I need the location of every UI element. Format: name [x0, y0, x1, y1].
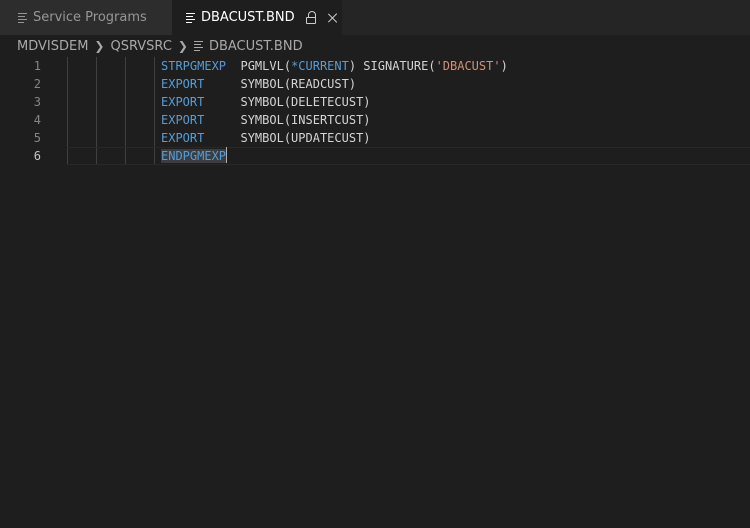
code-fragment: SYMBOL(DELETECUST) [204, 95, 371, 109]
code-text: EXPORT SYMBOL(UPDATECUST) [161, 129, 371, 147]
close-icon[interactable] [326, 11, 340, 25]
string-literal: 'DBACUST' [435, 59, 501, 73]
tab-label: DBACUST.BND [201, 10, 295, 25]
code-line-current: 6 ENDPGMEXP [0, 147, 750, 165]
code-line: 2 EXPORT SYMBOL(READCUST) [0, 75, 750, 93]
tab-service-programs[interactable]: Service Programs [0, 0, 172, 35]
keyword: STRPGMEXP [161, 59, 227, 73]
code-fragment: SYMBOL(UPDATECUST) [204, 131, 371, 145]
code-text: ENDPGMEXP [161, 147, 228, 165]
keyword: EXPORT [161, 131, 205, 145]
code-fragment: PGMLVL( [226, 59, 292, 73]
code-line: 3 EXPORT SYMBOL(DELETECUST) [0, 93, 750, 111]
chevron-right-icon: ❯ [94, 39, 105, 53]
line-number: 4 [33, 113, 41, 127]
code-line: 1 STRPGMEXP PGMLVL(*CURRENT) SIGNATURE('… [0, 57, 750, 75]
code-line: 4 EXPORT SYMBOL(INSERTCUST) [0, 111, 750, 129]
line-number: 6 [33, 149, 41, 163]
code-text: EXPORT SYMBOL(INSERTCUST) [161, 111, 371, 129]
tab-label: Service Programs [33, 10, 147, 25]
text-cursor [226, 147, 228, 163]
breadcrumb-item-qsrvsrc[interactable]: QSRVSRC [110, 39, 171, 54]
keyword: EXPORT [161, 95, 205, 109]
lock-icon [305, 10, 318, 25]
code-fragment: ) SIGNATURE( [348, 59, 436, 73]
breadcrumb: MDVISDEM ❯ QSRVSRC ❯ DBACUST.BND [0, 35, 750, 57]
line-number: 3 [33, 95, 41, 109]
tab-dbacust-bnd[interactable]: DBACUST.BND [172, 0, 342, 35]
code-fragment: ) [500, 59, 508, 73]
code-text: EXPORT SYMBOL(DELETECUST) [161, 93, 371, 111]
code-fragment: SYMBOL(READCUST) [204, 77, 357, 91]
code-text: STRPGMEXP PGMLVL(*CURRENT) SIGNATURE('DB… [161, 57, 508, 75]
line-number: 1 [33, 59, 41, 73]
file-lines-icon [186, 11, 195, 25]
selected-keyword: ENDPGMEXP [161, 149, 227, 163]
file-lines-icon [18, 11, 27, 25]
code-text: EXPORT SYMBOL(READCUST) [161, 75, 356, 93]
tab-bar: Service Programs DBACUST.BND [0, 0, 750, 35]
special-value: *CURRENT [291, 59, 349, 73]
breadcrumb-item-file[interactable]: DBACUST.BND [209, 39, 303, 54]
chevron-right-icon: ❯ [177, 39, 188, 53]
keyword: EXPORT [161, 113, 205, 127]
keyword: EXPORT [161, 77, 205, 91]
code-line: 5 EXPORT SYMBOL(UPDATECUST) [0, 129, 750, 147]
code-fragment: SYMBOL(INSERTCUST) [204, 113, 371, 127]
line-number: 2 [33, 77, 41, 91]
code-editor[interactable]: 1 STRPGMEXP PGMLVL(*CURRENT) SIGNATURE('… [0, 57, 750, 528]
file-lines-icon [193, 39, 203, 53]
line-number: 5 [33, 131, 41, 145]
breadcrumb-item-mdvisdem[interactable]: MDVISDEM [17, 39, 88, 54]
